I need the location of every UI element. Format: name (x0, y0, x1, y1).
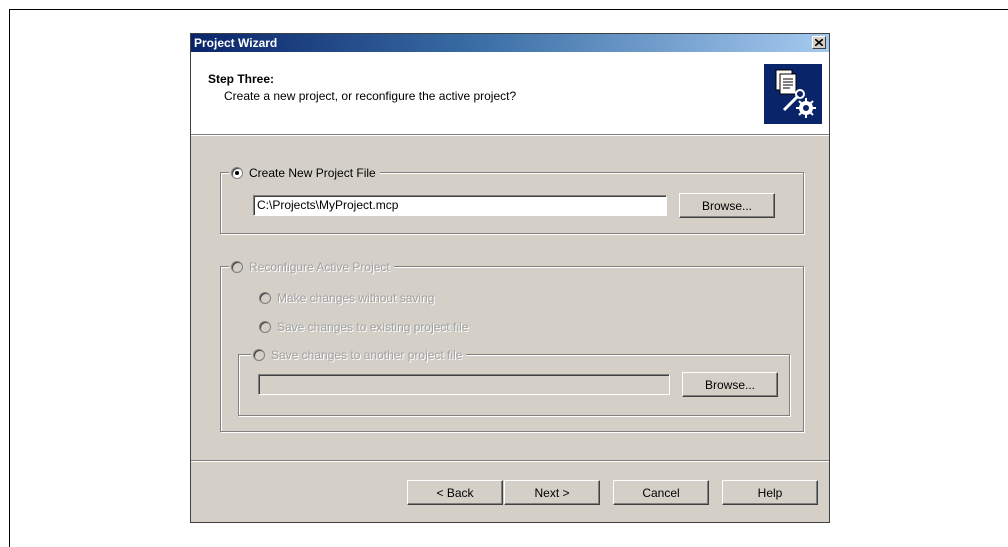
next-button[interactable]: Next > (504, 480, 600, 505)
create-project-radio[interactable] (231, 167, 243, 179)
reconfigure-project-radio[interactable] (231, 261, 243, 273)
option-save-existing-file[interactable]: Save changes to existing project file (259, 319, 468, 335)
browse-button[interactable]: Browse... (679, 193, 775, 218)
create-project-group: Create New Project File C:\Projects\MyPr… (220, 165, 804, 234)
help-button[interactable]: Help (722, 480, 818, 505)
close-icon (815, 39, 823, 46)
save-another-legend[interactable]: Save changes to another project file (251, 347, 467, 363)
title-bar[interactable]: Project Wizard (191, 34, 829, 52)
wizard-project-icon (764, 64, 822, 124)
save-existing-radio[interactable] (259, 321, 271, 333)
option-make-changes-without-saving[interactable]: Make changes without saving (259, 290, 434, 306)
make-changes-label: Make changes without saving (277, 291, 435, 305)
reconfigure-project-group: Reconfigure Active Project Make changes … (220, 259, 804, 432)
dialog-title: Project Wizard (194, 36, 278, 50)
save-another-radio[interactable] (253, 349, 265, 361)
create-project-label: Create New Project File (249, 166, 376, 180)
project-path-input[interactable]: C:\Projects\MyProject.mcp (253, 195, 667, 216)
radio-selected-dot (235, 171, 239, 175)
another-file-path-input[interactable] (258, 374, 670, 395)
create-project-legend[interactable]: Create New Project File (229, 165, 380, 181)
reconfigure-project-legend[interactable]: Reconfigure Active Project (229, 259, 394, 275)
make-changes-radio[interactable] (259, 292, 271, 304)
wizard-header: Step Three: Create a new project, or rec… (191, 52, 829, 135)
step-description: Create a new project, or reconfigure the… (224, 89, 517, 103)
save-another-file-group: Save changes to another project file Bro… (238, 347, 790, 416)
save-another-label: Save changes to another project file (271, 348, 463, 362)
close-button[interactable] (812, 36, 826, 49)
reconfigure-project-label: Reconfigure Active Project (249, 260, 390, 274)
save-existing-label: Save changes to existing project file (277, 320, 469, 334)
cancel-button[interactable]: Cancel (613, 480, 709, 505)
back-button[interactable]: < Back (407, 480, 503, 505)
another-file-browse-button[interactable]: Browse... (682, 372, 778, 397)
project-wizard-dialog: Project Wizard Step Three: Create a new … (190, 33, 830, 523)
header-separator (191, 135, 829, 136)
step-title: Step Three: (208, 72, 275, 86)
footer-separator (191, 460, 829, 462)
